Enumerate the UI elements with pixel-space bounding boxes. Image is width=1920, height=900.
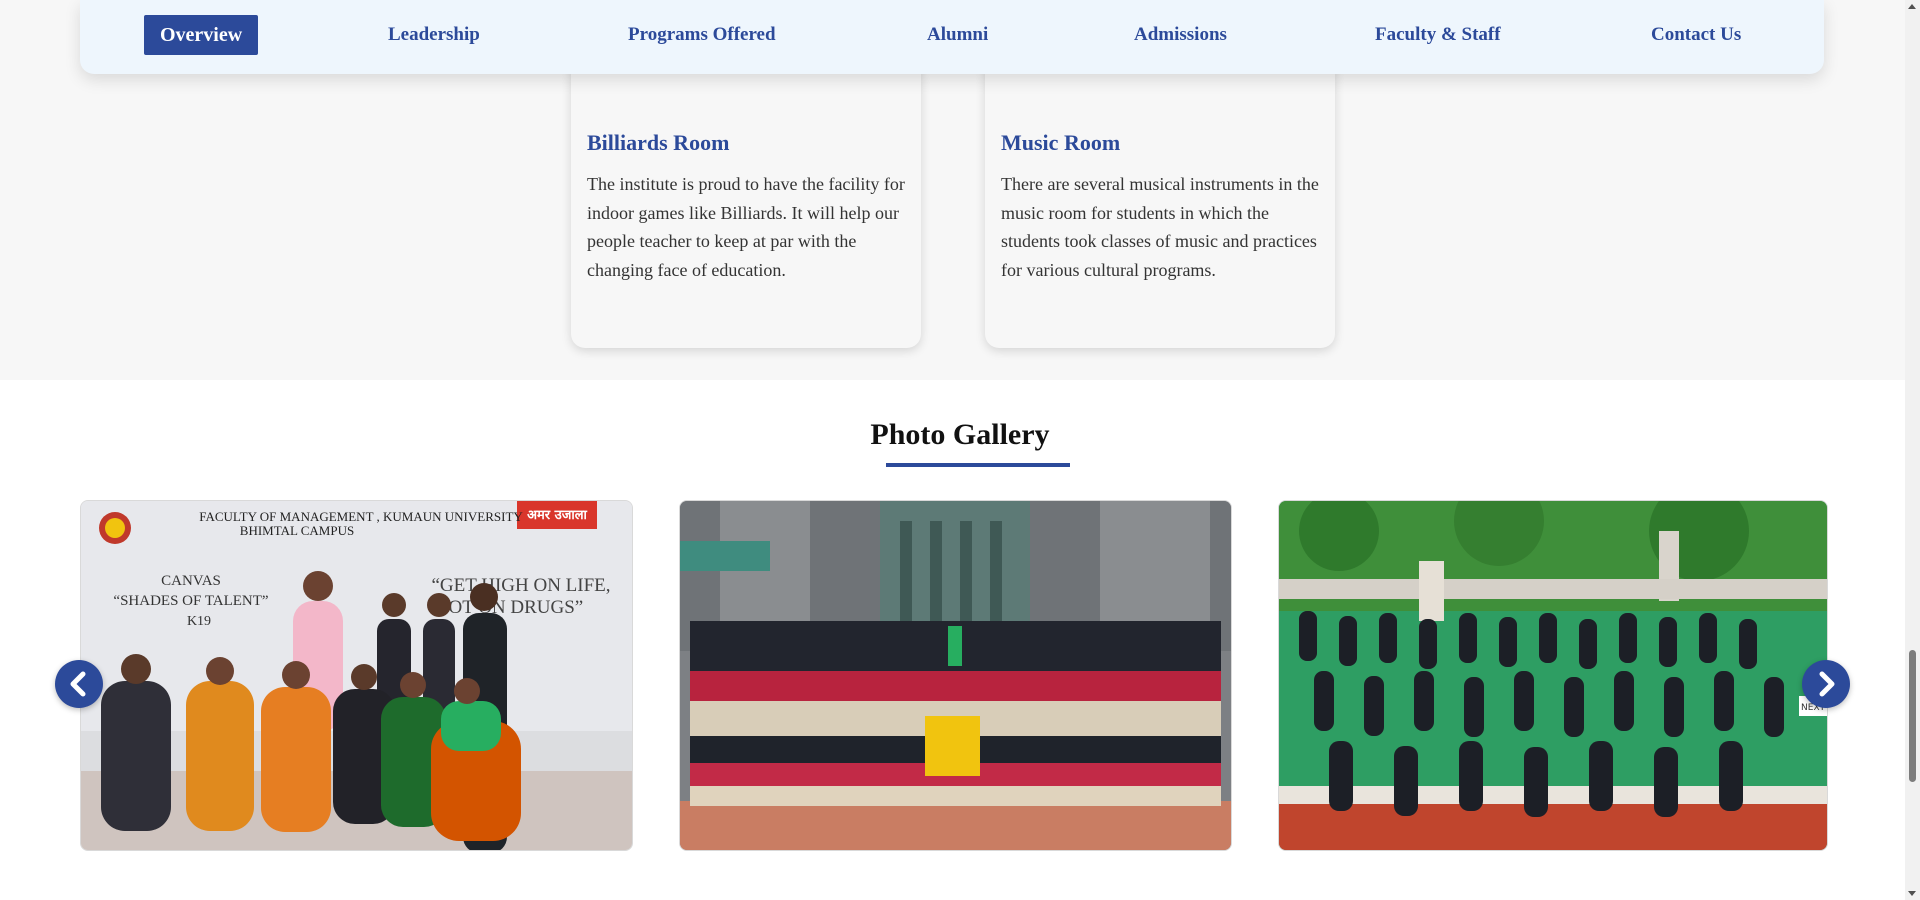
banner-line-1: FACULTY OF MANAGEMENT , KUMAUN UNIVERSIT…: [199, 509, 523, 524]
tab-programs-offered[interactable]: Programs Offered: [628, 15, 776, 55]
banner-logo-text: अमर उजाला: [527, 508, 587, 523]
chevron-right-icon: [1819, 671, 1835, 697]
page-scrollbar[interactable]: [1905, 0, 1920, 900]
facility-title: Billiards Room: [587, 130, 730, 155]
tab-contact-us[interactable]: Contact Us: [1651, 15, 1741, 55]
facility-description: The institute is proud to have the facil…: [587, 174, 905, 280]
gallery-title: Photo Gallery: [870, 418, 1050, 451]
photo-group-image: [680, 501, 1231, 850]
gallery-next-button[interactable]: [1802, 660, 1850, 708]
tab-admissions[interactable]: Admissions: [1134, 15, 1227, 55]
banner-line-2: BHIMTAL CAMPUS: [240, 523, 354, 538]
tab-overview[interactable]: Overview: [144, 15, 259, 55]
photo-yoga-image: NEXT: [1279, 501, 1827, 850]
facility-description: There are several musical instruments in…: [1001, 174, 1319, 280]
scroll-up-arrow-icon[interactable]: [1908, 4, 1916, 9]
gallery-photo-group[interactable]: [679, 500, 1232, 851]
scrollbar-thumb[interactable]: [1909, 650, 1916, 782]
tab-leadership[interactable]: Leadership: [388, 15, 480, 55]
banner-year: K19: [187, 614, 211, 629]
gallery-title-underline: [886, 463, 1070, 467]
gallery-photo-yoga[interactable]: NEXT: [1278, 500, 1828, 851]
scroll-down-arrow-icon[interactable]: [1908, 891, 1916, 896]
gallery-prev-button[interactable]: [55, 660, 103, 708]
chevron-left-icon: [70, 671, 86, 697]
facility-title: Music Room: [1001, 130, 1121, 155]
banner-right: “GET HIGH ON LIFE,: [431, 575, 610, 596]
gallery-photo-cultural-event[interactable]: अमर उजाला FACULTY OF MANAGEMENT , KUMAUN…: [80, 500, 633, 851]
section-tab-bar: Overview Leadership Programs Offered Alu…: [80, 0, 1824, 74]
banner-left: CANVAS: [161, 573, 221, 589]
tab-faculty-staff[interactable]: Faculty & Staff: [1375, 15, 1501, 55]
banner-left-2: “SHADES OF TALENT”: [113, 593, 268, 609]
banner-right-2: NOT ON DRUGS”: [435, 597, 583, 618]
photo-cultural-event-image: अमर उजाला FACULTY OF MANAGEMENT , KUMAUN…: [81, 501, 632, 850]
tab-alumni[interactable]: Alumni: [927, 15, 988, 55]
